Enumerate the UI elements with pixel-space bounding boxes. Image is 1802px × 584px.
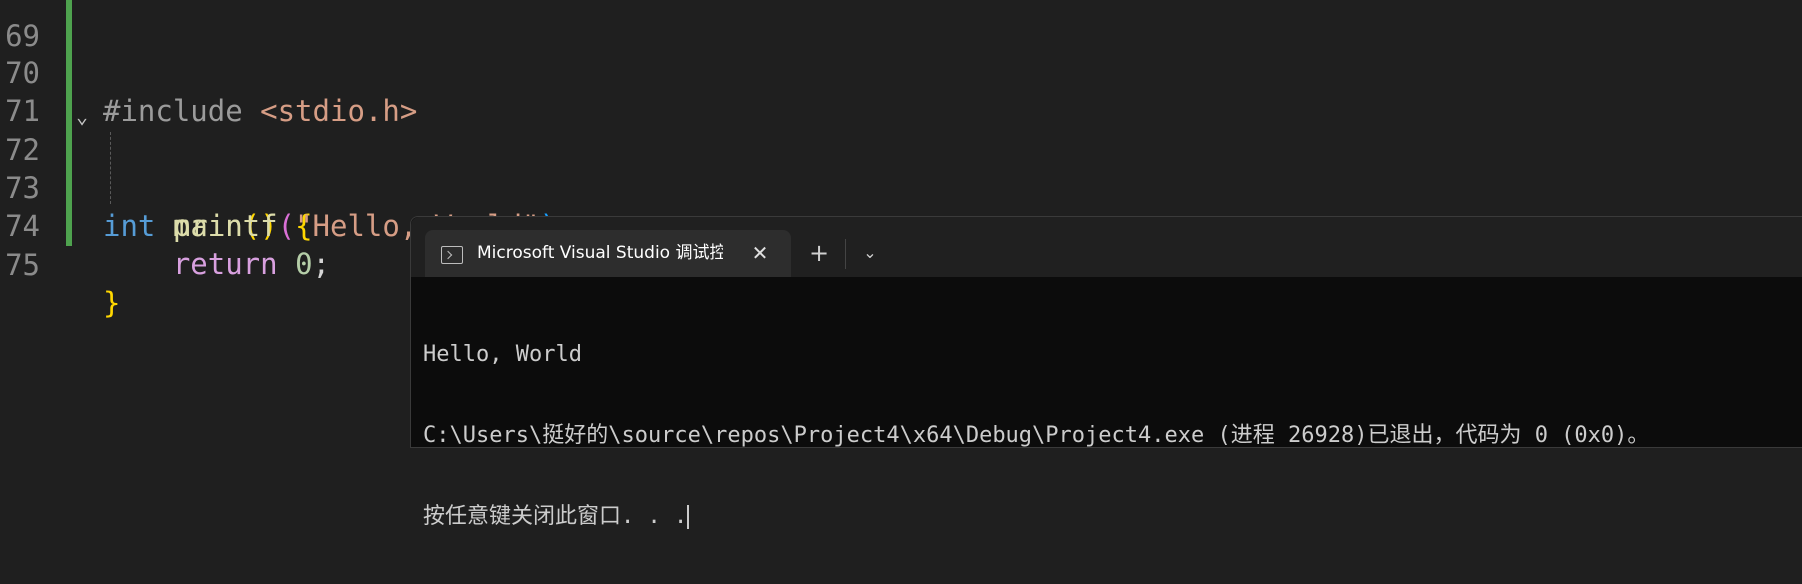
terminal-tab-bar: Microsoft Visual Studio 调试控制台 ✕ + ⌄ xyxy=(411,217,1802,277)
code-line[interactable]: 72 ⌄ int main() { xyxy=(0,93,312,243)
new-tab-button[interactable]: + xyxy=(799,235,839,271)
code-token: 0 xyxy=(295,247,313,281)
line-number: 75 xyxy=(5,248,40,282)
code-line[interactable]: 74 return 0; xyxy=(0,169,330,281)
close-icon[interactable]: ✕ xyxy=(745,238,775,268)
tab-title: Microsoft Visual Studio 调试控制台 xyxy=(477,243,723,263)
code-token: ; xyxy=(312,247,331,281)
code-text: return 0; xyxy=(103,245,330,283)
code-token: printf xyxy=(172,209,278,243)
code-line[interactable]: 71 xyxy=(0,54,70,128)
output-line: Hello, World xyxy=(423,342,582,367)
output-line: 按任意键关闭此窗口. . . xyxy=(423,503,1802,530)
code-line[interactable]: 69 xyxy=(0,0,70,53)
text-cursor xyxy=(687,505,690,529)
debug-console-window[interactable]: Microsoft Visual Studio 调试控制台 ✕ + ⌄ Hell… xyxy=(410,216,1802,529)
output-text: 按任意键关闭此窗口. . . xyxy=(423,504,688,529)
code-token: ( xyxy=(277,209,296,243)
code-line[interactable]: 75 } xyxy=(0,208,120,320)
code-text: #include <stdio.h> xyxy=(103,92,417,130)
output-line: C:\Users\挺好的\source\repos\Project4\x64\D… xyxy=(423,423,1650,448)
code-token: #include xyxy=(103,94,261,128)
console-icon xyxy=(441,246,463,264)
tab-divider xyxy=(845,239,846,269)
code-text: } xyxy=(103,284,120,322)
indent-guide xyxy=(110,132,111,204)
chevron-down-icon[interactable]: ⌄ xyxy=(851,235,889,271)
code-line[interactable]: 73 printf("Hello, World"); xyxy=(0,131,574,243)
code-token: <stdio.h> xyxy=(260,94,418,128)
code-token: } xyxy=(103,286,121,320)
chevron-down-icon[interactable]: ⌄ xyxy=(76,97,88,135)
terminal-tab[interactable]: Microsoft Visual Studio 调试控制台 ✕ xyxy=(425,230,791,277)
code-line[interactable]: 70 #include <stdio.h> xyxy=(0,16,417,128)
code-token: return xyxy=(172,247,278,281)
console-output[interactable]: Hello, World C:\Users\挺好的\source\repos\P… xyxy=(423,287,1802,529)
